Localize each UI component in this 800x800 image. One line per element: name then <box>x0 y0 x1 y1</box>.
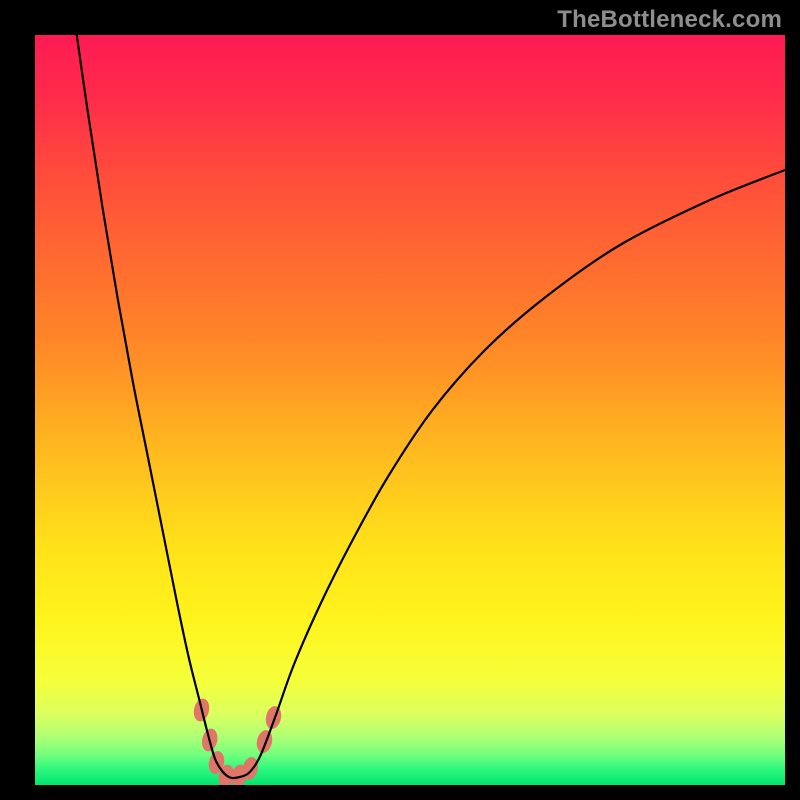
gradient-background <box>35 35 785 785</box>
gradient-svg <box>35 35 785 785</box>
plot-area <box>35 35 785 785</box>
chart-frame: TheBottleneck.com <box>0 0 800 800</box>
watermark: TheBottleneck.com <box>557 6 782 34</box>
